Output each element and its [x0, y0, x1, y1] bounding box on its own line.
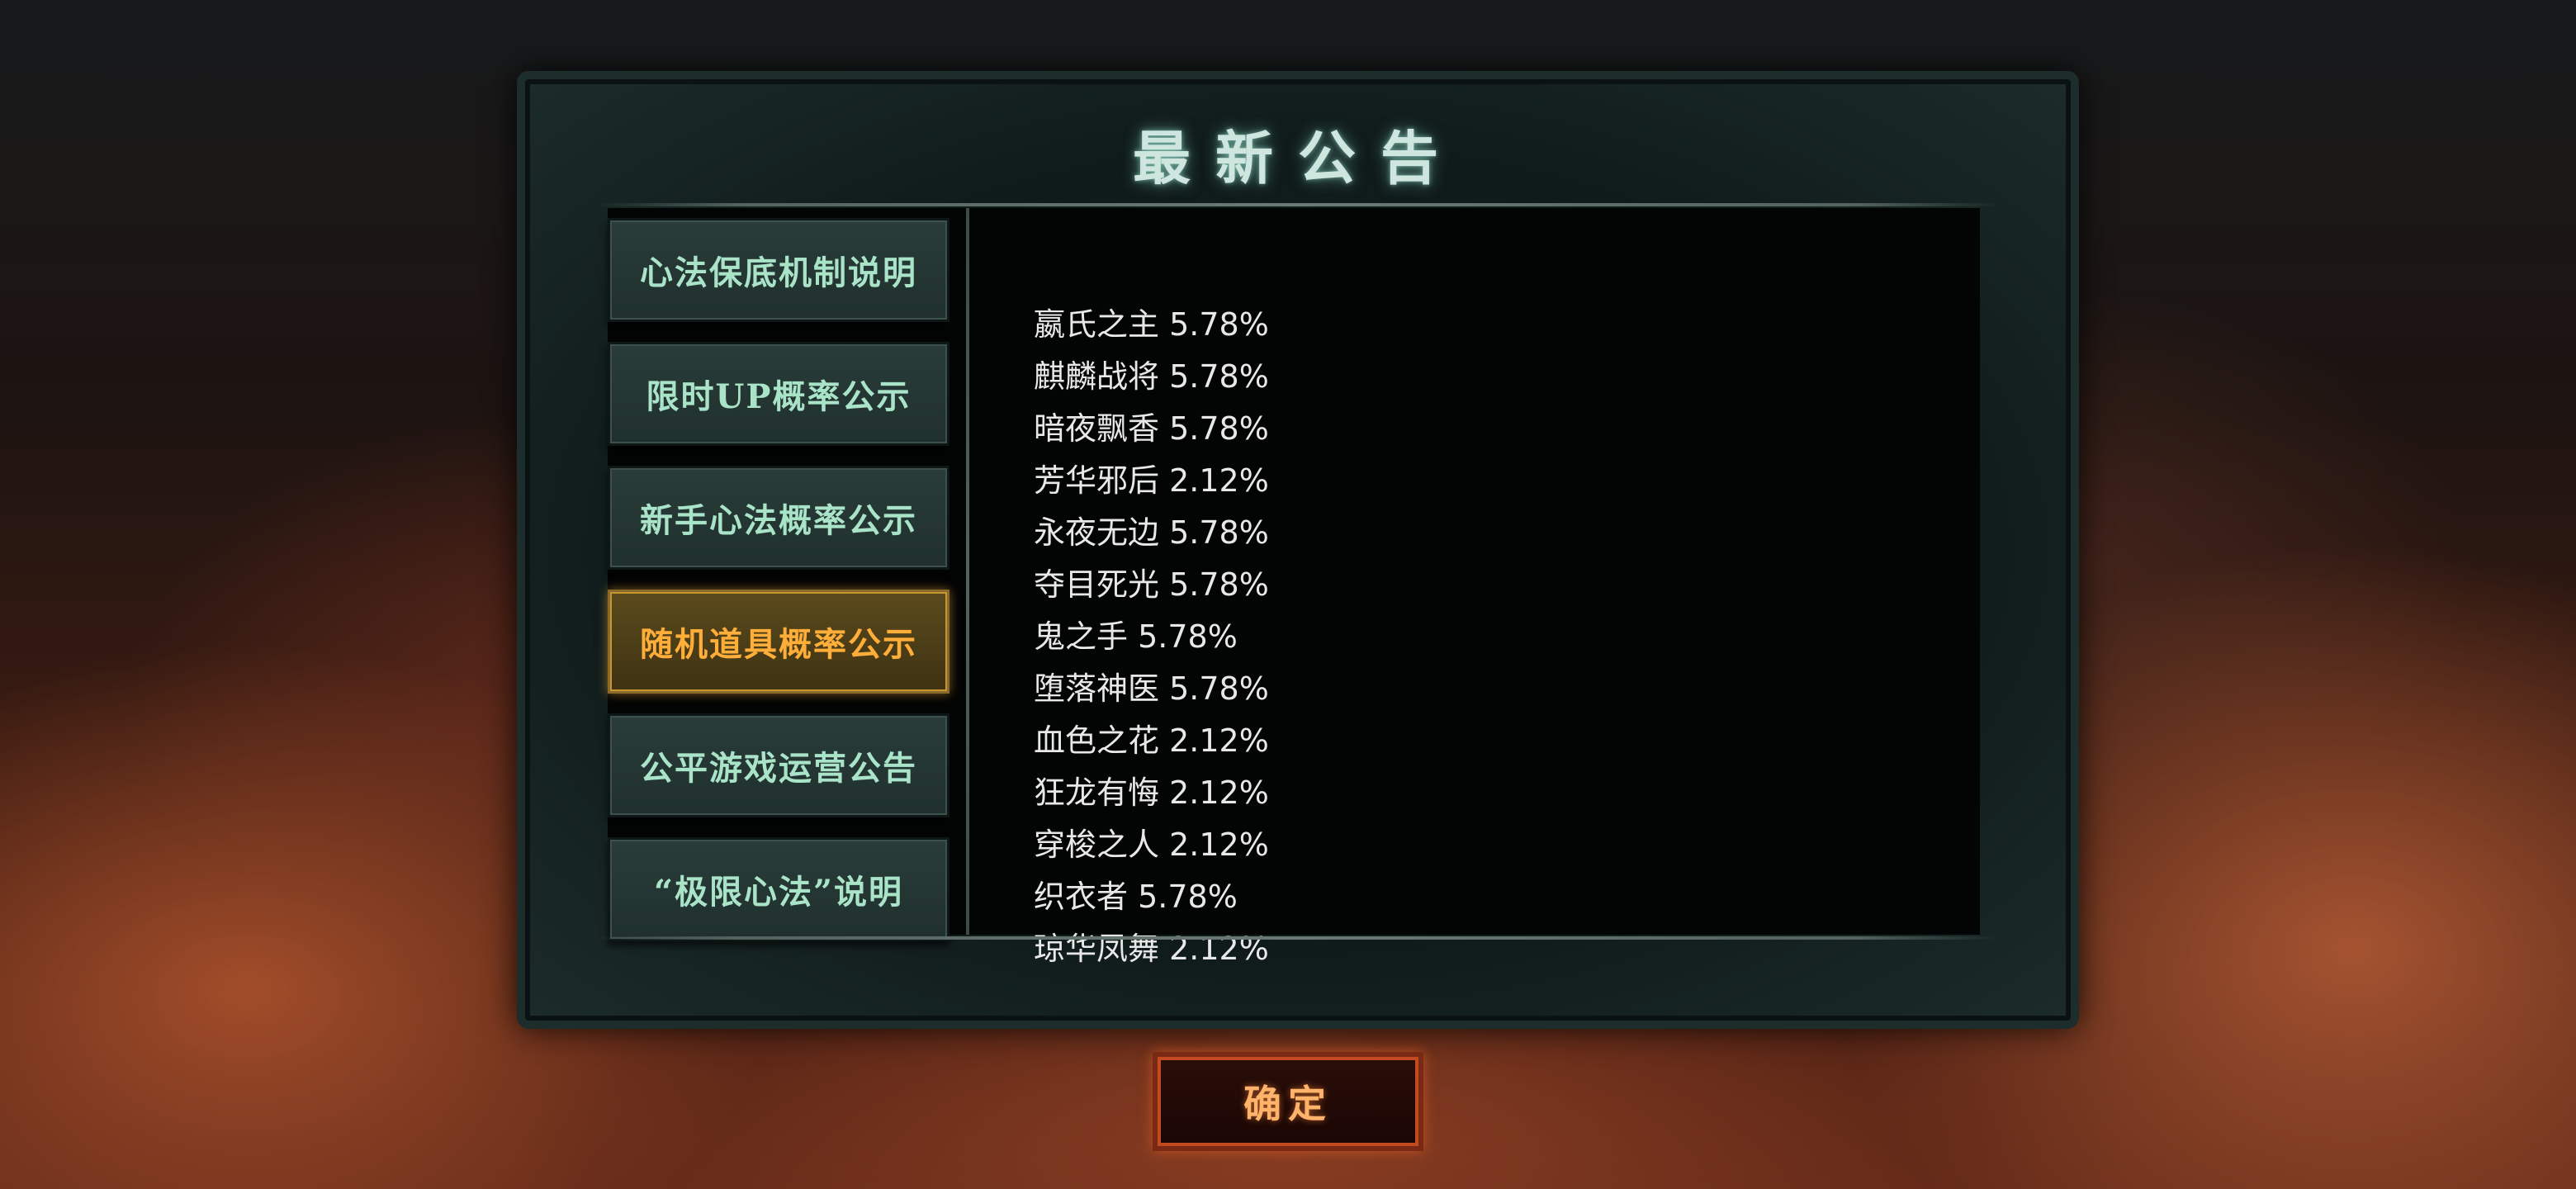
- list-item: 暗夜飘香 5.78%: [1034, 410, 1269, 447]
- announcement-dialog: 最新公告 心法保底机制说明 限时UP概率公示 新手心法概率公示 随机道具概率公示…: [517, 71, 2079, 1029]
- tab-fair-play-notice[interactable]: 公平游戏运营公告: [608, 713, 949, 817]
- tab-label: 随机道具概率公示: [640, 625, 917, 664]
- list-item: 麒麟战将 5.78%: [1034, 358, 1269, 395]
- list-item: 嬴氏之主 5.78%: [1034, 306, 1269, 343]
- list-item: 狂龙有悔 2.12%: [1034, 775, 1269, 811]
- list-item: 织衣者 5.78%: [1034, 879, 1238, 915]
- bottom-divider: [598, 936, 1998, 940]
- list-item: 芳华邪后 2.12%: [1034, 462, 1269, 499]
- tab-sidebar: 心法保底机制说明 限时UP概率公示 新手心法概率公示 随机道具概率公示 公平游戏…: [608, 211, 966, 941]
- tab-label: 限时UP概率公示: [646, 377, 912, 416]
- tab-guarantee-mechanism[interactable]: 心法保底机制说明: [608, 218, 949, 322]
- tab-random-item-rates[interactable]: 随机道具概率公示: [608, 590, 949, 694]
- tab-label: 心法保底机制说明: [640, 253, 917, 292]
- tab-label: 公平游戏运营公告: [640, 749, 917, 788]
- title-divider: [598, 203, 1998, 206]
- confirm-label: 确定: [1243, 1082, 1333, 1126]
- sidebar-separator: [966, 208, 969, 935]
- tab-newbie-rates[interactable]: 新手心法概率公示: [608, 466, 949, 570]
- tab-label: “极限心法”说明: [653, 873, 903, 912]
- list-item: 夺目死光 5.78%: [1034, 566, 1269, 603]
- list-item: 穿梭之人 2.12%: [1034, 827, 1269, 863]
- list-item: 血色之花 2.12%: [1034, 722, 1269, 759]
- list-item: 琼华凤舞 2.12%: [1034, 931, 1269, 967]
- tab-label: 新手心法概率公示: [640, 501, 917, 540]
- tab-extreme-skill-info[interactable]: “极限心法”说明: [608, 837, 949, 941]
- tab-limited-up-rates[interactable]: 限时UP概率公示: [608, 342, 949, 446]
- dialog-title: 最新公告: [1133, 124, 1463, 192]
- confirm-button[interactable]: 确定: [1153, 1052, 1423, 1151]
- list-item: 永夜无边 5.78%: [1034, 514, 1269, 551]
- list-item: 鬼之手 5.78%: [1034, 618, 1238, 655]
- list-item: 堕落神医 5.78%: [1034, 670, 1269, 707]
